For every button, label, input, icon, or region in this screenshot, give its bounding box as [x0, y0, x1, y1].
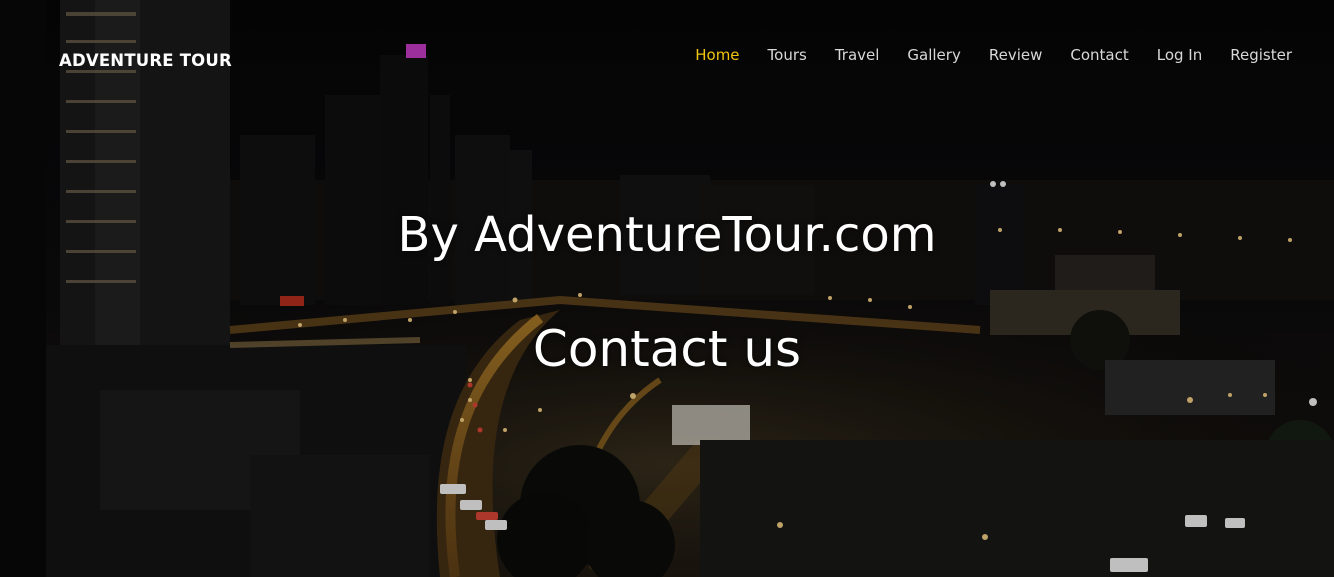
nav-item-register[interactable]: Register: [1202, 45, 1292, 65]
main-nav: Home Tours Travel Gallery Review Contact…: [667, 45, 1292, 65]
nav-item-travel[interactable]: Travel: [807, 45, 880, 65]
nav-item-gallery[interactable]: Gallery: [879, 45, 960, 65]
nav-item-review[interactable]: Review: [961, 45, 1043, 65]
nav-item-log-in[interactable]: Log In: [1129, 45, 1203, 65]
nav-item-contact[interactable]: Contact: [1042, 45, 1128, 65]
brand-logo-link[interactable]: ADVENTURE TOUR: [59, 51, 232, 70]
night-city-background-image: [0, 0, 1334, 577]
hero-title: Contact us: [532, 320, 802, 378]
nav-item-home[interactable]: Home: [667, 45, 739, 65]
nav-item-tours[interactable]: Tours: [740, 45, 807, 65]
hero-subtitle: By AdventureTour.com: [397, 207, 937, 263]
hero-section: ADVENTURE TOUR Home Tours Travel Gallery…: [0, 0, 1334, 577]
